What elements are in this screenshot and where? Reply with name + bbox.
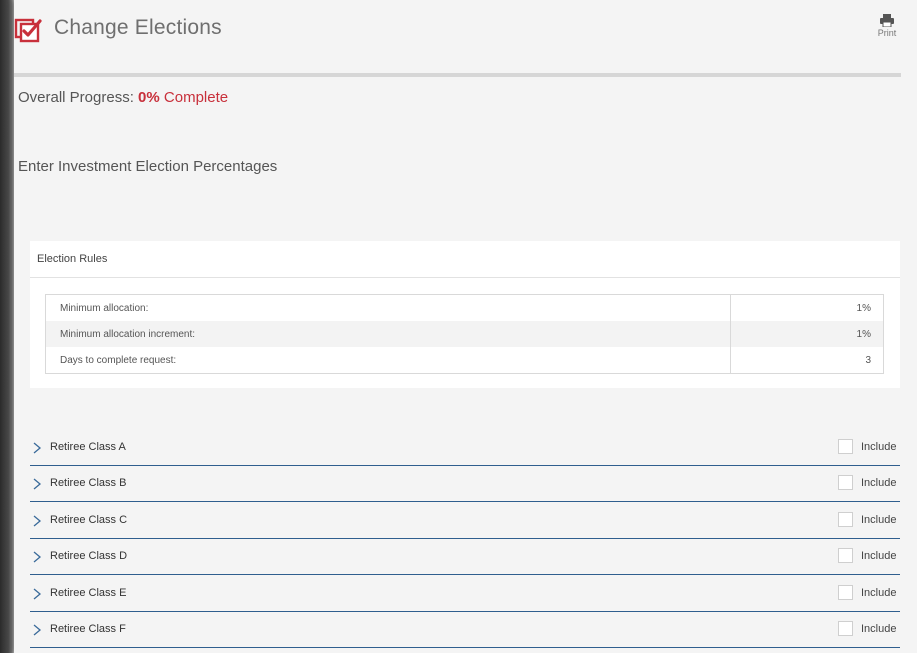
section-heading: Enter Investment Election Percentages (18, 158, 278, 175)
accordion-label: Retiree Class B (50, 477, 127, 489)
checkbox-checked-icon (14, 14, 44, 44)
include-checkbox[interactable] (838, 512, 853, 527)
print-button[interactable]: Print (872, 14, 902, 38)
election-rules-title: Election Rules (30, 241, 900, 278)
rule-value: 1% (856, 302, 871, 314)
include-label: Include (861, 441, 897, 453)
rules-row: Minimum allocation increment: 1% (45, 321, 884, 347)
rule-label: Days to complete request: (45, 347, 731, 374)
progress-suffix: Complete (163, 89, 229, 106)
include-label: Include (861, 514, 897, 526)
accordion-retiree-class-d[interactable]: Retiree Class D Include (30, 538, 900, 575)
include-checkbox[interactable] (838, 439, 853, 454)
include-label: Include (861, 477, 897, 489)
accordion-label: Retiree Class C (50, 514, 128, 526)
include-checkbox[interactable] (838, 621, 853, 636)
rules-row: Minimum allocation: 1% (45, 294, 884, 321)
chevron-right-icon (33, 624, 42, 636)
chevron-right-icon (33, 588, 42, 600)
header-divider (14, 73, 901, 77)
include-checkbox[interactable] (838, 585, 853, 600)
accordion-retiree-class-f[interactable]: Retiree Class F Include (30, 611, 900, 648)
include-label: Include (861, 587, 897, 599)
overall-progress: Overall Progress: 0% Complete (18, 89, 228, 106)
rule-value: 1% (730, 321, 884, 347)
include-checkbox[interactable] (838, 475, 853, 490)
page-title: Change Elections (54, 16, 222, 39)
rule-label: Minimum allocation: (45, 294, 731, 321)
accordion-retiree-class-e[interactable]: Retiree Class E Include (30, 575, 900, 612)
accordion-retiree-class-a[interactable]: Retiree Class A Include (30, 429, 900, 466)
chevron-right-icon (33, 515, 42, 527)
page-header: Change Elections Print (14, 12, 896, 52)
chevron-right-icon (33, 551, 42, 563)
rule-value: 3 (865, 354, 871, 366)
accordion-label: Retiree Class A (50, 441, 126, 453)
rule-label: Minimum allocation increment: (45, 321, 731, 347)
accordion-label: Retiree Class D (50, 550, 128, 562)
chevron-right-icon (33, 442, 42, 454)
progress-value: 0% (138, 89, 160, 106)
include-label: Include (861, 550, 897, 562)
include-checkbox[interactable] (838, 548, 853, 563)
window-edge (0, 0, 14, 653)
rules-row: Days to complete request: 3 (45, 347, 884, 374)
printer-icon (880, 14, 894, 27)
election-rules-panel: Election Rules Minimum allocation: 1% Mi… (30, 241, 900, 388)
print-label: Print (877, 28, 897, 38)
progress-label: Overall Progress: (18, 89, 134, 106)
chevron-right-icon (33, 478, 42, 490)
accordion-retiree-class-b[interactable]: Retiree Class B Include (30, 465, 900, 502)
accordion-label: Retiree Class F (50, 623, 126, 635)
include-label: Include (861, 623, 897, 635)
accordion-retiree-class-c[interactable]: Retiree Class C Include (30, 502, 900, 539)
election-rules-table: Minimum allocation: 1% Minimum allocatio… (45, 294, 884, 374)
accordion-label: Retiree Class E (50, 587, 127, 599)
